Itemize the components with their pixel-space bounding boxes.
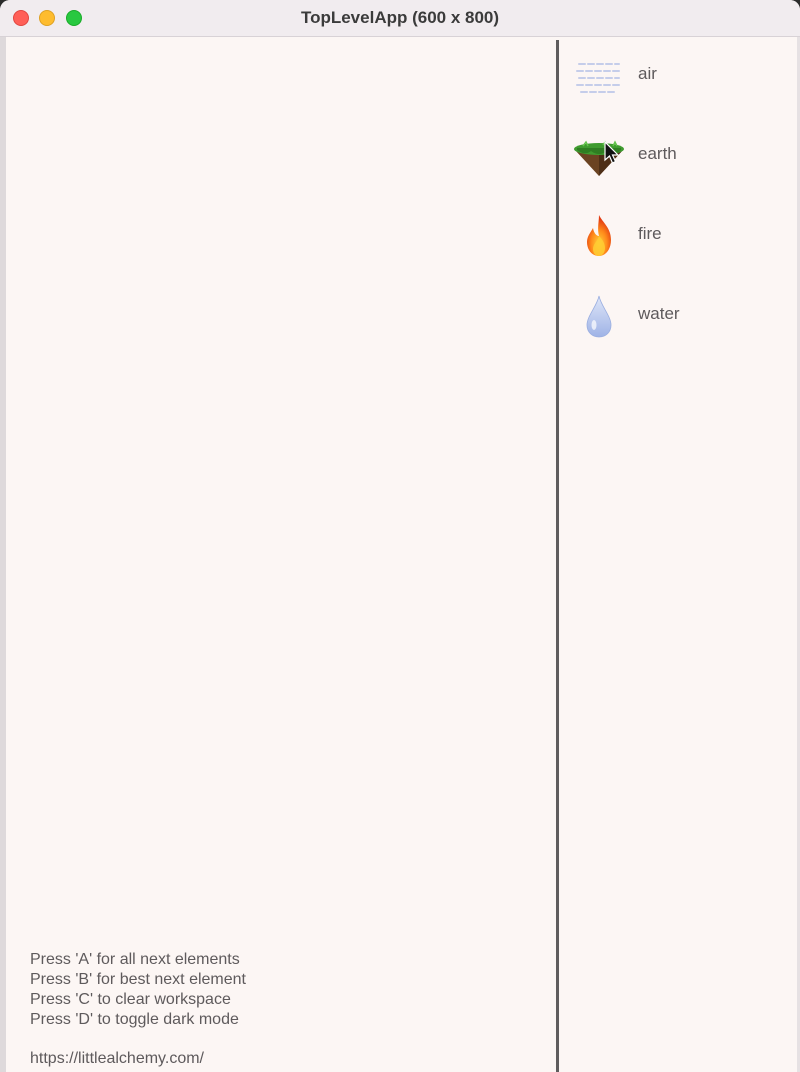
water-icon: [586, 295, 612, 338]
element-label-fire: fire: [638, 224, 662, 243]
instruction-d: Press 'D' to toggle dark mode: [30, 1011, 239, 1028]
instruction-a: Press 'A' for all next elements: [30, 951, 240, 968]
instruction-c: Press 'C' to clear workspace: [30, 991, 231, 1008]
air-icon: [576, 63, 622, 93]
element-item-air[interactable]: air: [559, 46, 800, 106]
instructions: Press 'A' for all next elements Press 'B…: [30, 950, 246, 1030]
element-label-water: water: [638, 304, 680, 323]
element-item-water[interactable]: water: [559, 286, 800, 346]
element-label-air: air: [638, 64, 657, 83]
element-label-earth: earth: [638, 144, 677, 163]
title-bar[interactable]: TopLevelApp (600 x 800): [0, 0, 800, 37]
workspace[interactable]: Press 'A' for all next elements Press 'B…: [6, 37, 556, 1072]
element-item-earth[interactable]: earth: [559, 126, 800, 186]
fire-icon: [587, 215, 611, 256]
instruction-b: Press 'B' for best next element: [30, 971, 246, 988]
app-window: TopLevelApp (600 x 800) Press 'A' for al…: [0, 0, 800, 1072]
window-title: TopLevelApp (600 x 800): [300, 8, 500, 27]
website-url: https://littlealchemy.com/: [30, 1050, 204, 1067]
mouse-pointer-icon: [604, 141, 620, 164]
element-item-fire[interactable]: fire: [559, 206, 800, 266]
element-sidebar: air earth fire water: [559, 37, 800, 1072]
